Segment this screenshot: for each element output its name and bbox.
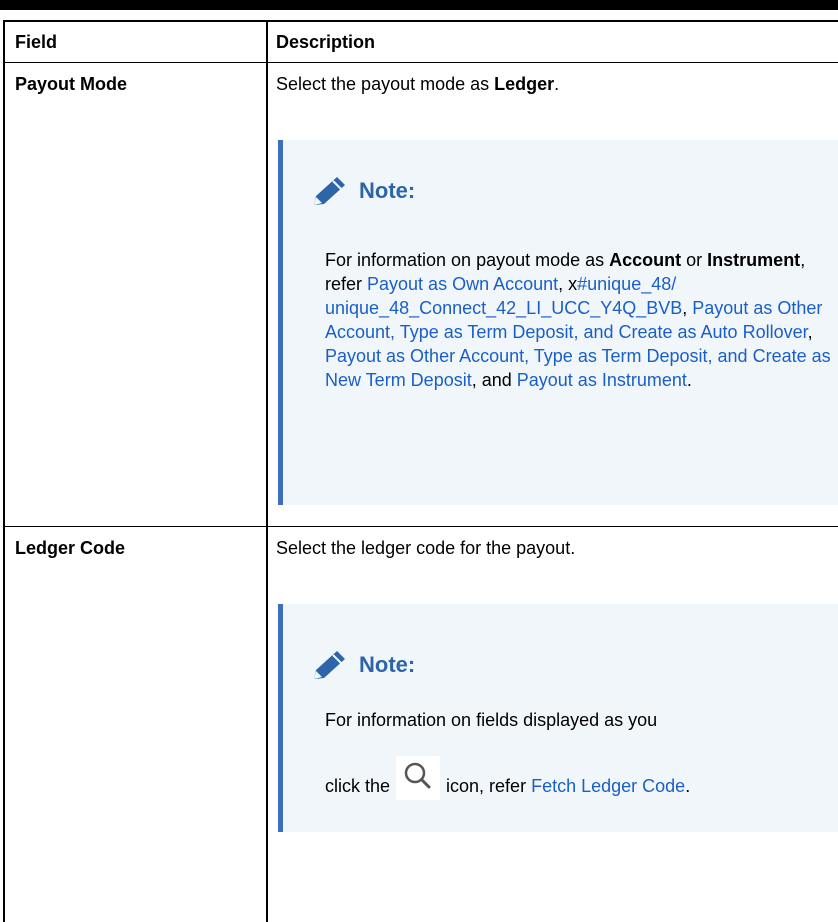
note-box-payout-mode: Note: For information on payout mode as …: [278, 140, 838, 505]
note-header: Note:: [313, 650, 415, 680]
row-divider: [5, 526, 838, 527]
header-description: Description: [276, 32, 376, 52]
row-description-ledger-code: Select the ledger code for the payout.: [276, 538, 576, 558]
note-text: For information on payout mode as Accoun…: [325, 250, 831, 390]
top-bar: [0, 0, 838, 10]
pencil-icon: [314, 177, 345, 205]
link-fetch-ledger-code[interactable]: Fetch Ledger Code: [531, 776, 685, 796]
row-field-payout-mode: Payout Mode: [15, 74, 128, 94]
pencil-icon: [314, 651, 345, 679]
fields-table: Field Description Payout Mode Select the…: [3, 20, 838, 922]
link-payout-own-account[interactable]: Payout as Own Account: [367, 274, 558, 294]
header-divider: [5, 62, 838, 63]
click-the-text: click the: [325, 776, 391, 796]
row-description-payout-mode: Select the payout mode as Ledger.: [276, 74, 560, 94]
note-title: Note:: [359, 652, 416, 677]
search-icon: [396, 756, 441, 800]
note-text: For information on fields displayed as y…: [325, 708, 835, 800]
note-box-ledger-code: Note: For information on fields displaye…: [278, 604, 838, 832]
column-divider: [266, 22, 268, 922]
header-field: Field: [15, 32, 58, 52]
row-field-ledger-code: Ledger Code: [15, 538, 126, 558]
note-title: Note:: [359, 178, 416, 203]
note-header: Note:: [313, 176, 415, 206]
link-payout-instrument[interactable]: Payout as Instrument: [517, 370, 687, 390]
